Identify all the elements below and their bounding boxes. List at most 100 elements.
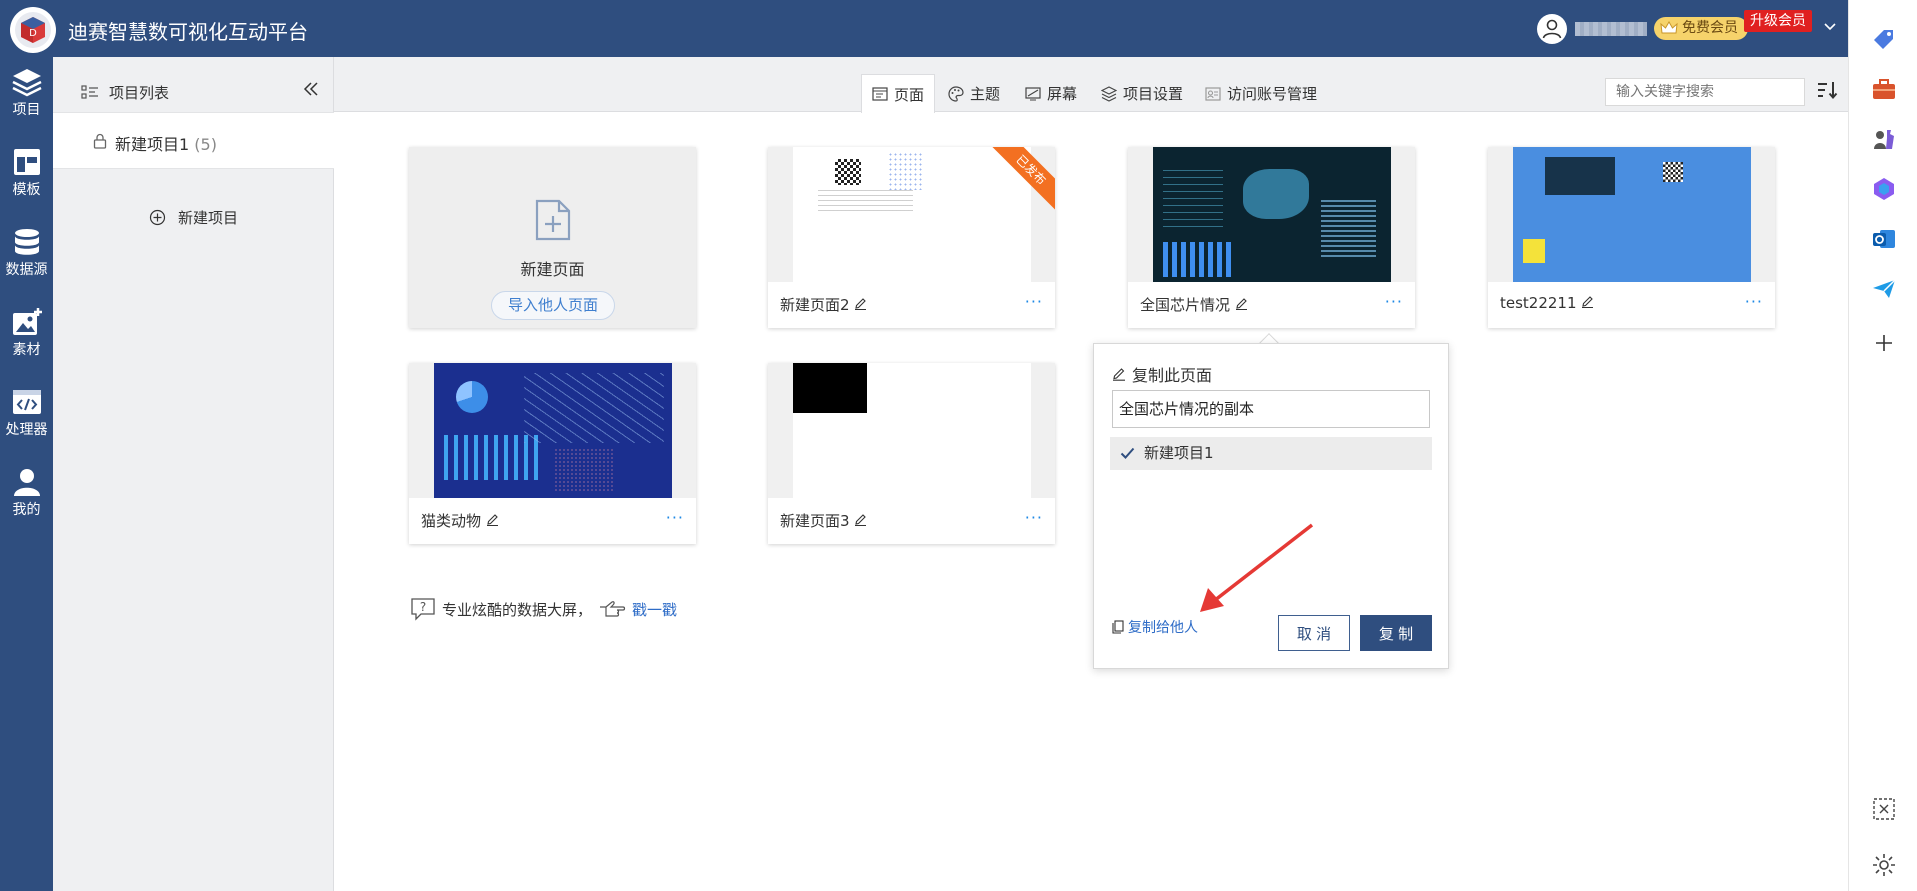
tab-account-management[interactable]: 访问账号管理 <box>1195 75 1327 112</box>
copy-name-input[interactable]: 全国芯片情况的副本 <box>1112 390 1430 428</box>
sort-icon[interactable] <box>1816 80 1838 100</box>
layers-icon <box>11 69 42 97</box>
upgrade-member-button[interactable]: 升级会员 <box>1744 10 1812 32</box>
plus-circle-icon <box>149 209 166 226</box>
nav-item-processor[interactable]: 处理器 <box>0 377 53 449</box>
tip-text: 专业炫酷的数据大屏， <box>442 600 593 619</box>
free-member-badge[interactable]: 免费会员 <box>1654 17 1748 40</box>
target-project-label: 新建项目1 <box>1144 444 1214 462</box>
chevron-down-icon[interactable] <box>1823 22 1837 32</box>
svg-text:D: D <box>29 28 37 39</box>
copy-to-others-label: 复制给他人 <box>1128 620 1198 636</box>
list-thumb <box>1163 167 1223 227</box>
new-file-icon <box>535 199 571 241</box>
promo-tip: ? 专业炫酷的数据大屏， 戳一戳 <box>410 597 677 621</box>
more-options-button[interactable]: ··· <box>1385 292 1403 311</box>
add-icon[interactable] <box>1871 330 1897 356</box>
database-icon <box>14 229 39 255</box>
nav-item-mine[interactable]: 我的 <box>0 457 53 529</box>
tip-link[interactable]: 戳一戳 <box>632 599 677 620</box>
project-panel: 项目列表 新建项目1 (5) 新建项目 <box>53 57 334 891</box>
screenshot-icon[interactable] <box>1871 796 1897 822</box>
page-card-name[interactable]: 新建页面3 <box>780 510 867 531</box>
tag-icon[interactable] <box>1871 26 1897 52</box>
page-card[interactable]: 全国芯片情况 ··· <box>1128 147 1415 328</box>
nav-item-project[interactable]: 项目 <box>0 57 53 129</box>
chess-icon[interactable] <box>1871 126 1897 152</box>
project-list-header: 项目列表 <box>81 82 169 103</box>
more-options-button[interactable]: ··· <box>1025 292 1043 311</box>
stack-icon <box>1101 85 1117 102</box>
app-title: 迪赛智慧数可视化互动平台 <box>68 20 308 44</box>
user-icon <box>1542 19 1562 39</box>
scatter-thumb <box>554 448 614 493</box>
page-card[interactable]: 已发布 新建页面2 ··· <box>768 147 1055 328</box>
edit-pencil-icon[interactable] <box>486 513 499 527</box>
code-icon <box>12 390 41 414</box>
copy-to-others-link[interactable]: 复制给他人 <box>1112 617 1198 637</box>
target-project-option[interactable]: 新建项目1 <box>1110 437 1432 470</box>
edit-pencil-icon[interactable] <box>854 297 867 311</box>
nav-item-material[interactable]: 素材 <box>0 297 53 369</box>
tab-theme[interactable]: 主题 <box>938 75 1010 112</box>
edit-pencil-icon[interactable] <box>1235 297 1248 311</box>
project-item[interactable]: 新建项目1 (5) <box>53 112 334 169</box>
nav-item-datasource[interactable]: 数据源 <box>0 217 53 289</box>
popover-title: 复制此页面 <box>1112 362 1212 386</box>
page-card[interactable]: 新建页面3 ··· <box>768 363 1055 544</box>
page-name-text: 全国芯片情况 <box>1140 296 1231 314</box>
import-others-page-button[interactable]: 导入他人页面 <box>491 291 615 320</box>
edit-pencil-icon[interactable] <box>854 513 867 527</box>
page-card[interactable]: 猫类动物 ··· <box>409 363 696 544</box>
copilot-icon[interactable] <box>1871 176 1897 202</box>
add-project-button[interactable]: 新建项目 <box>149 207 238 228</box>
page-thumbnail[interactable] <box>1488 147 1775 282</box>
gear-icon[interactable] <box>1871 852 1897 878</box>
page-thumbnail[interactable] <box>409 363 696 498</box>
tab-project-settings[interactable]: 项目设置 <box>1091 75 1193 112</box>
page-card-name[interactable]: 新建页面2 <box>780 294 867 315</box>
page-name-text: 新建页面2 <box>780 296 850 314</box>
globe-thumb <box>1545 157 1615 195</box>
page-card-name[interactable]: 猫类动物 <box>421 510 499 531</box>
palette-icon <box>948 85 964 102</box>
search-input[interactable] <box>1605 78 1805 106</box>
main-nav: 项目 模板 数据源 素材 处理器 我的 <box>0 57 53 891</box>
more-options-button[interactable]: ··· <box>666 508 684 527</box>
popover-title-text: 复制此页面 <box>1132 366 1213 385</box>
copy-button[interactable]: 复 制 <box>1360 615 1432 651</box>
nav-label: 模板 <box>12 182 41 198</box>
account-icon <box>1205 86 1221 101</box>
collapse-double-chevron-icon[interactable] <box>303 81 319 97</box>
new-page-card[interactable]: 新建页面 导入他人页面 <box>409 147 696 328</box>
outlook-icon[interactable] <box>1871 226 1897 252</box>
send-icon[interactable] <box>1871 276 1897 302</box>
project-page-count: (5) <box>194 135 217 154</box>
more-options-button[interactable]: ··· <box>1745 292 1763 311</box>
more-options-button[interactable]: ··· <box>1025 508 1043 527</box>
nav-item-template[interactable]: 模板 <box>0 137 53 209</box>
page-thumbnail[interactable]: 已发布 <box>768 147 1055 282</box>
image-add-icon <box>12 308 42 335</box>
page-thumbnail[interactable] <box>768 363 1055 498</box>
page-thumbnail[interactable] <box>1128 147 1415 282</box>
scatter-thumb <box>888 152 924 190</box>
annotation-arrow-icon <box>1200 523 1314 612</box>
cancel-button[interactable]: 取 消 <box>1278 615 1350 651</box>
sankey-thumb <box>524 373 664 443</box>
thumbnail-canvas <box>793 147 1031 282</box>
list-icon <box>81 84 98 99</box>
page-card[interactable]: test22211 ··· <box>1488 147 1775 328</box>
tab-screen[interactable]: 屏幕 <box>1015 75 1087 112</box>
user-avatar[interactable] <box>1537 14 1567 44</box>
toolbox-icon[interactable] <box>1871 76 1897 102</box>
tab-page[interactable]: 页面 <box>861 74 936 113</box>
page-card-name[interactable]: test22211 <box>1500 294 1594 312</box>
template-icon <box>13 149 40 175</box>
edit-pencil-icon[interactable] <box>1581 295 1594 309</box>
nav-label: 素材 <box>12 342 41 358</box>
page-card-name[interactable]: 全国芯片情况 <box>1140 294 1248 315</box>
china-map-thumb <box>1243 169 1309 219</box>
app-logo[interactable]: D <box>10 7 56 53</box>
nav-label: 处理器 <box>5 422 48 438</box>
